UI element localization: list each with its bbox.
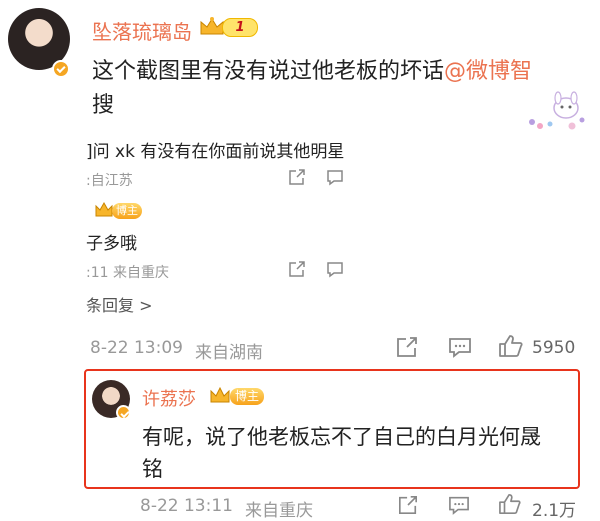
crown-icon bbox=[210, 386, 230, 403]
comment-icon bbox=[327, 170, 343, 186]
comment-icon[interactable] bbox=[448, 336, 472, 358]
reply-location: 来自重庆 bbox=[245, 501, 313, 521]
main-username[interactable]: 坠落琉璃岛 bbox=[92, 16, 192, 45]
blogger-badge: 博主 bbox=[230, 388, 264, 405]
mention-link[interactable]: @微博智 bbox=[444, 59, 532, 84]
comment-icon bbox=[327, 262, 343, 278]
screenshot-question: ]问 xk 有没有在你面前说其他明星 bbox=[86, 142, 344, 162]
reply-timestamp: 8-22 13:11 bbox=[140, 496, 233, 516]
post-timestamp: 8-22 13:09 bbox=[90, 338, 183, 358]
comment-icon[interactable] bbox=[448, 495, 470, 515]
share-icon[interactable] bbox=[398, 495, 418, 515]
screenshot-reply-text: 子多哦 bbox=[86, 234, 137, 254]
post-location: 来自湖南 bbox=[195, 343, 263, 363]
like-icon[interactable] bbox=[498, 334, 524, 358]
screenshot-crown-icon bbox=[95, 201, 113, 217]
post-content: 这个截图里有没有说过他老板的坏话 bbox=[92, 59, 445, 84]
screenshot-more-replies: 条回复 > bbox=[86, 296, 153, 315]
share-icon[interactable] bbox=[396, 336, 418, 358]
like-icon[interactable] bbox=[498, 493, 522, 515]
sticker-icon bbox=[529, 91, 585, 130]
reply-content-line2: 铭 bbox=[142, 457, 163, 481]
share-icon bbox=[289, 169, 305, 185]
level-badge: 1 bbox=[222, 18, 258, 37]
post-content-line2: 搜 bbox=[92, 93, 115, 118]
reply-content-line1: 有呢，说了他老板忘不了自己的白月光何晟 bbox=[142, 425, 541, 449]
post-content-line1: 这个截图里有没有说过他老板的坏话@微博智 bbox=[92, 53, 532, 85]
screenshot-reply-meta: :11 来自重庆 bbox=[86, 265, 169, 281]
screenshot-blogger-badge: 博主 bbox=[112, 203, 142, 219]
reply-like-count: 2.1万 bbox=[532, 501, 577, 521]
post-like-count: 5950 bbox=[532, 338, 576, 358]
verified-icon bbox=[52, 60, 70, 78]
share-icon bbox=[289, 261, 305, 277]
screenshot-location: :自江苏 bbox=[86, 173, 133, 189]
verified-icon bbox=[116, 405, 131, 420]
reply-username[interactable]: 许荔莎 bbox=[142, 385, 196, 411]
